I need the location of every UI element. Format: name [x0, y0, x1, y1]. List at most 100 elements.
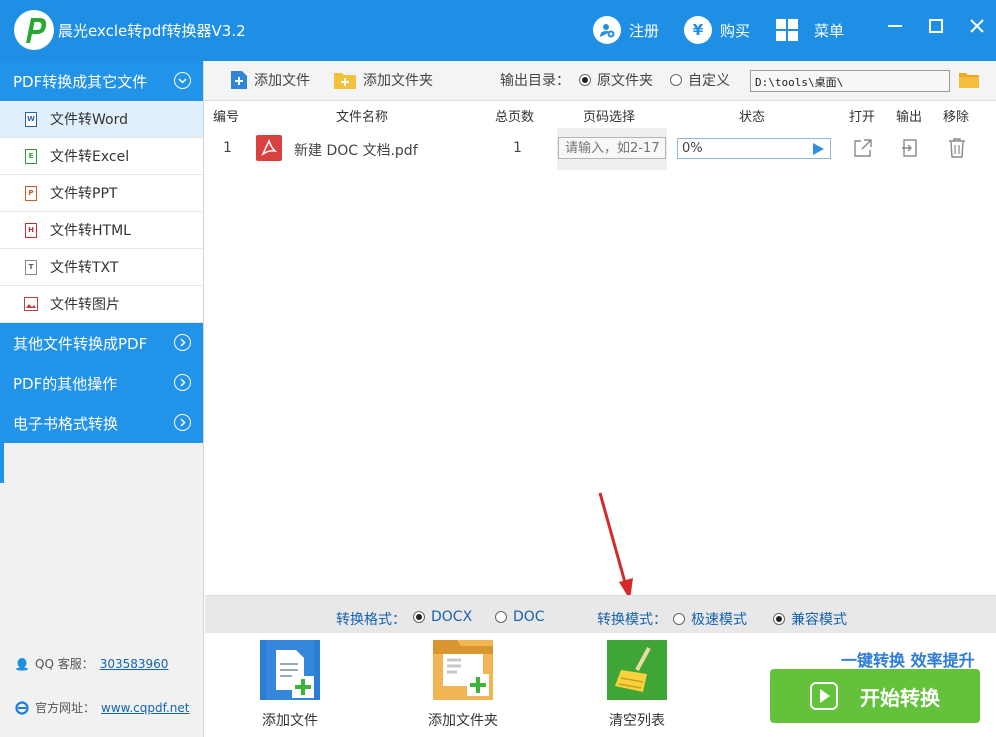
page-range-input[interactable] [558, 137, 666, 159]
sidebar-item-image[interactable]: 文件转图片 [0, 286, 203, 323]
clear-list-button[interactable]: 清空列表 [587, 640, 687, 730]
app-title: 晨光excle转pdf转换器V3.2 [58, 22, 246, 40]
radio-unselected [670, 74, 682, 86]
category-ebook[interactable]: 电子书格式转换 [0, 403, 203, 443]
big-add-folder-icon [433, 640, 493, 700]
chevron-down-icon [174, 72, 191, 89]
category-label: 电子书格式转换 [13, 414, 119, 433]
mode-compat-radio[interactable]: 兼容模式 [773, 609, 847, 629]
sidebar-item-excel[interactable]: E 文件转Excel [0, 138, 203, 175]
grid-menu-icon [776, 19, 798, 41]
title-bar: 晨光excle转pdf转换器V3.2 注册 ¥ 购买 菜单 [0, 0, 996, 61]
trash-icon[interactable] [948, 137, 966, 159]
html-file-icon: H [25, 223, 37, 238]
big-add-folder-label: 添加文件夹 [428, 713, 498, 729]
big-add-folder-button[interactable]: 添加文件夹 [413, 640, 513, 730]
big-add-file-icon [260, 640, 320, 700]
output-source-radio[interactable]: 原文件夹 [579, 70, 653, 90]
radio-selected [773, 613, 785, 625]
open-external-icon[interactable] [853, 138, 873, 158]
col-status: 状态 [739, 110, 766, 125]
sidebar-item-label: 文件转PPT [50, 186, 118, 202]
start-convert-label: 开始转换 [860, 685, 940, 710]
add-folder-button[interactable]: 添加文件夹 [333, 70, 433, 90]
sidebar-item-label: 文件转Excel [50, 149, 130, 165]
buy-label: 购买 [720, 21, 751, 40]
sidebar-item-html[interactable]: H 文件转HTML [0, 212, 203, 249]
image-file-icon [24, 297, 38, 311]
format-docx-label: DOCX [431, 609, 473, 625]
sidebar-item-ppt[interactable]: P 文件转PPT [0, 175, 203, 212]
yen-icon: ¥ [684, 16, 712, 44]
sidebar-item-txt[interactable]: T 文件转TXT [0, 249, 203, 286]
col-page-select: 页码选择 [583, 110, 636, 125]
format-label: 转换格式： [336, 612, 406, 628]
menu-button[interactable]: 菜单 [776, 15, 844, 45]
qq-contact: QQ 客服： 303583960 [15, 655, 168, 672]
col-output: 输出 [896, 110, 923, 125]
minimize-icon[interactable] [883, 14, 907, 38]
progress-bar: 0% [677, 138, 831, 159]
pdf-file-icon [256, 135, 282, 161]
slogan-text: 一键转换 效率提升 [841, 651, 975, 670]
start-convert-button[interactable]: 开始转换 [770, 669, 980, 723]
sidebar-item-label: 文件转TXT [50, 260, 119, 276]
col-pages: 总页数 [495, 110, 535, 125]
sidebar-item-word[interactable]: W 文件转Word [0, 101, 203, 138]
category-pdf-other-ops[interactable]: PDF的其他操作 [0, 363, 203, 403]
qq-link[interactable]: 303583960 [100, 657, 169, 671]
ppt-file-icon: P [25, 186, 37, 201]
add-folder-icon [334, 73, 356, 89]
chevron-right-icon [174, 414, 191, 431]
output-path-field[interactable]: D:\tools\桌面\ [750, 70, 950, 92]
format-docx-radio[interactable]: DOCX [413, 609, 472, 625]
output-export-icon[interactable] [901, 138, 919, 158]
file-table-header: 编号 文件名称 总页数 页码选择 状态 打开 输出 移除 [205, 102, 996, 128]
mode-fast-radio[interactable]: 极速模式 [673, 609, 747, 629]
play-icon [810, 682, 838, 710]
progress-value: 0% [682, 141, 703, 156]
row-filename: 新建 DOC 文档.pdf [294, 143, 418, 159]
sidebar-item-label: 文件转HTML [50, 223, 131, 239]
user-add-icon [593, 16, 621, 44]
close-icon[interactable] [965, 14, 989, 38]
radio-selected [579, 74, 591, 86]
add-file-button[interactable]: 添加文件 [230, 70, 310, 90]
category-label: PDF转换成其它文件 [13, 72, 148, 91]
col-remove: 移除 [943, 110, 970, 125]
format-doc-radio[interactable]: DOC [495, 609, 545, 625]
register-button[interactable]: 注册 [593, 15, 659, 45]
category-pdf-to-other[interactable]: PDF转换成其它文件 [0, 61, 203, 101]
col-index: 编号 [213, 110, 240, 125]
col-open: 打开 [849, 110, 876, 125]
output-custom-radio[interactable]: 自定义 [670, 70, 730, 90]
category-other-to-pdf[interactable]: 其他文件转换成PDF [0, 323, 203, 363]
folder-browse-icon[interactable] [958, 71, 980, 89]
menu-label: 菜单 [814, 21, 845, 40]
output-source-label: 原文件夹 [597, 73, 653, 89]
add-file-label: 添加文件 [254, 73, 310, 89]
output-custom-label: 自定义 [688, 73, 730, 89]
category-label: 其他文件转换成PDF [13, 334, 148, 353]
play-icon[interactable] [813, 143, 824, 155]
app-logo-icon [14, 10, 54, 50]
row-index: 1 [223, 140, 232, 156]
conversion-options-bar: 转换格式： DOCX DOC 转换模式： 极速模式 兼容模式 [205, 595, 996, 633]
site-link[interactable]: www.cqpdf.net [101, 701, 189, 715]
site-label: 官方网址： [35, 701, 96, 715]
add-folder-label: 添加文件夹 [363, 73, 433, 89]
chevron-right-icon [174, 334, 191, 351]
big-add-file-button[interactable]: 添加文件 [240, 640, 340, 730]
clear-list-label: 清空列表 [609, 713, 665, 729]
buy-button[interactable]: ¥ 购买 [684, 15, 750, 45]
output-dir-label: 输出目录： [500, 73, 570, 89]
add-file-icon [231, 71, 247, 89]
qq-label: QQ 客服： [35, 657, 94, 671]
mode-fast-label: 极速模式 [691, 612, 747, 628]
sidebar-item-label: 文件转图片 [50, 297, 120, 313]
register-label: 注册 [629, 21, 660, 40]
sidebar-item-label: 文件转Word [50, 112, 128, 128]
ie-browser-icon [15, 700, 29, 715]
table-row[interactable]: 1 新建 DOC 文档.pdf 1 0% [205, 128, 996, 170]
maximize-icon[interactable] [924, 14, 948, 38]
